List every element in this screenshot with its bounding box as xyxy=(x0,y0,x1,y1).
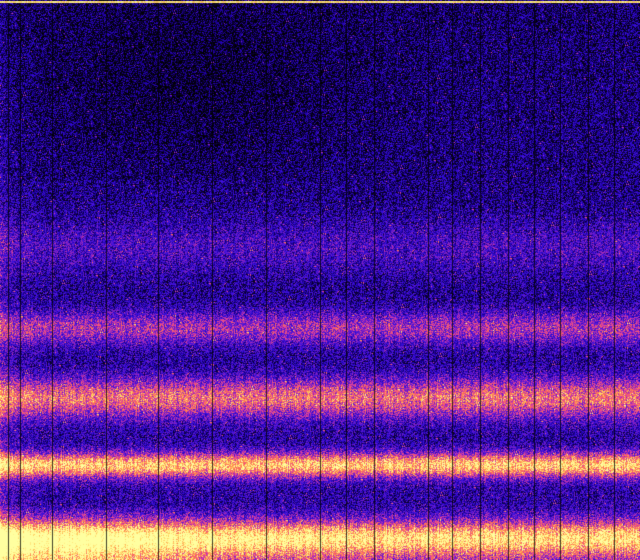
spectrogram-image xyxy=(0,0,640,560)
